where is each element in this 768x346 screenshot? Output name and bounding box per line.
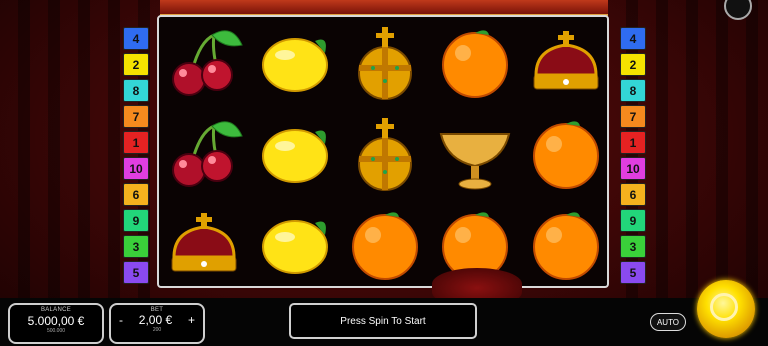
bet-decrease-button[interactable]: - — [119, 313, 123, 327]
lemon-symbol — [253, 112, 337, 196]
lemon-symbol — [253, 203, 337, 287]
payline-2: 2 — [620, 53, 646, 76]
orange-symbol — [524, 112, 607, 196]
payline-3: 3 — [123, 235, 149, 258]
reel-grid — [157, 15, 609, 288]
auto-button[interactable]: AUTO — [650, 313, 686, 331]
bet-control: BET - 2,00 € + 200 — [109, 303, 205, 344]
payline-7: 7 — [620, 105, 646, 128]
payline-8: 8 — [620, 79, 646, 102]
balance-value: 5.000,00 € — [27, 314, 85, 328]
payline-4: 4 — [123, 27, 149, 50]
bet-sub: 200 — [152, 327, 162, 333]
message-box: Press Spin To Start — [289, 303, 477, 339]
payline-4: 4 — [620, 27, 646, 50]
orb-symbol — [343, 112, 427, 196]
payline-8: 8 — [123, 79, 149, 102]
balance-label: BALANCE — [40, 307, 72, 313]
orange-symbol — [433, 21, 517, 105]
paylines-left: 4 2 8 7 1 10 6 9 3 5 — [123, 27, 149, 284]
payline-2: 2 — [123, 53, 149, 76]
payline-9: 9 — [123, 209, 149, 232]
lemon-symbol — [253, 21, 337, 105]
orb-symbol — [343, 21, 427, 105]
crown-symbol — [162, 203, 246, 287]
bet-increase-button[interactable]: + — [188, 313, 195, 327]
spin-button[interactable] — [697, 280, 755, 338]
balance-display: BALANCE 5.000,00 € 500.000 — [8, 303, 104, 344]
payline-6: 6 — [620, 183, 646, 206]
payline-5: 5 — [620, 261, 646, 284]
cherry-symbol — [162, 21, 246, 105]
payline-10: 10 — [620, 157, 646, 180]
payline-1: 1 — [620, 131, 646, 154]
bet-value: 2,00 € — [138, 313, 173, 327]
payline-3: 3 — [620, 235, 646, 258]
top-banner — [160, 0, 608, 16]
payline-7: 7 — [123, 105, 149, 128]
payline-5: 5 — [123, 261, 149, 284]
spin-icon — [710, 293, 738, 321]
orange-symbol — [524, 203, 607, 287]
chalice-symbol — [433, 112, 517, 196]
balance-sub: 500.000 — [46, 328, 66, 334]
paylines-right: 4 2 8 7 1 10 6 9 3 5 — [620, 27, 646, 284]
payline-6: 6 — [123, 183, 149, 206]
orange-symbol — [343, 203, 427, 287]
crown-symbol — [524, 21, 607, 105]
payline-10: 10 — [123, 157, 149, 180]
payline-9: 9 — [620, 209, 646, 232]
payline-1: 1 — [123, 131, 149, 154]
cherry-symbol — [162, 112, 246, 196]
